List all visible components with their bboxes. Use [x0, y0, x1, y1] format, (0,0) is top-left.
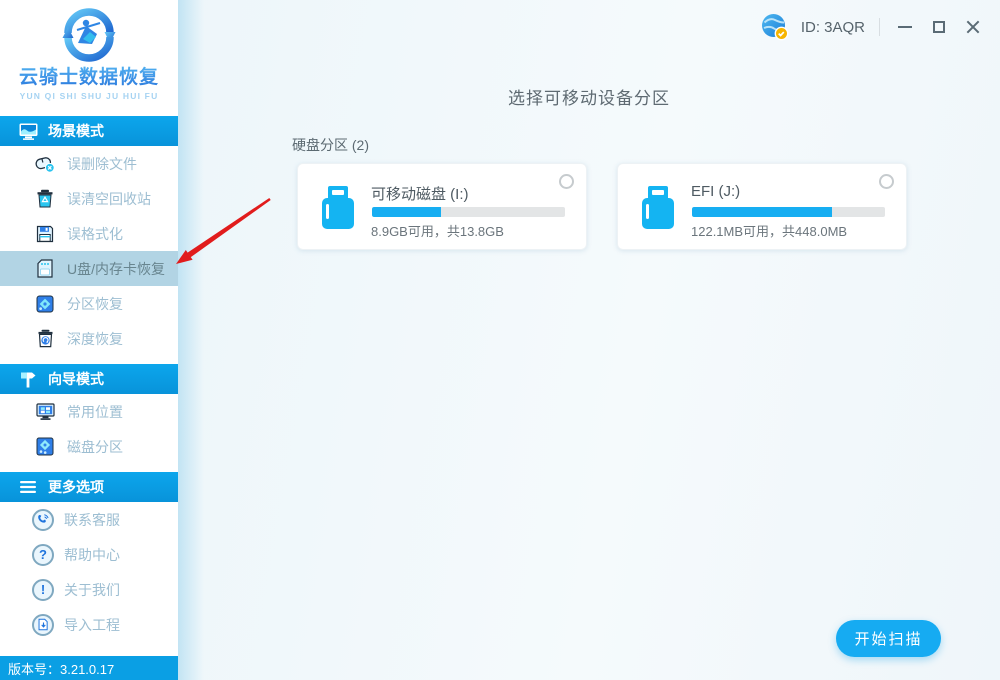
disk-partition-icon — [34, 436, 56, 458]
sidebar: 云骑士数据恢复 YUN QI SHI SHU JU HUI FU 场景模式 — [0, 0, 178, 680]
partition-name: 可移动磁盘 (I:) — [371, 183, 469, 204]
sidebar-item-label: 误格式化 — [67, 224, 123, 244]
sidebar-item-label: 帮助中心 — [64, 545, 120, 565]
common-location-icon — [34, 401, 56, 423]
section-header-label: 向导模式 — [48, 369, 104, 389]
sidebar-item-label: 深度恢复 — [67, 329, 123, 349]
section-header-label: 场景模式 — [48, 121, 104, 141]
usb-drive-icon — [321, 185, 355, 235]
sidebar-item-label: 常用位置 — [67, 402, 123, 422]
about-us-icon: ! — [32, 579, 54, 601]
section-header-label: 更多选项 — [48, 477, 104, 497]
app-logo-block: 云骑士数据恢复 YUN QI SHI SHU JU HUI FU — [0, 0, 178, 116]
deleted-file-icon — [34, 153, 56, 175]
usage-progress-fill — [372, 207, 441, 217]
partition-recovery-icon — [34, 293, 56, 315]
scene-mode-icon — [17, 120, 39, 142]
sidebar-item-label: 磁盘分区 — [67, 437, 123, 457]
sidebar-item-partition-recovery[interactable]: 分区恢复 — [0, 286, 178, 321]
sidebar-item-recycle-bin[interactable]: 误清空回收站 — [0, 181, 178, 216]
close-icon — [966, 20, 980, 34]
sidebar-item-import-project[interactable]: 导入工程 — [0, 607, 178, 642]
minimize-button[interactable] — [894, 16, 916, 38]
maximize-icon — [933, 21, 945, 33]
deep-recovery-icon — [34, 328, 56, 350]
partition-card-removable-disk-i[interactable]: 可移动磁盘 (I:) 8.9GB可用，共13.8GB — [297, 163, 587, 250]
usage-progress-fill — [692, 207, 832, 217]
format-icon — [34, 223, 56, 245]
sidebar-item-label: 误删除文件 — [67, 154, 137, 174]
usb-drive-icon — [641, 185, 675, 235]
partition-capacity: 8.9GB可用，共13.8GB — [371, 221, 504, 240]
app-subtitle: YUN QI SHI SHU JU HUI FU — [20, 91, 159, 101]
sidebar-item-label: 分区恢复 — [67, 294, 123, 314]
usb-card-icon — [34, 258, 56, 280]
more-options-icon — [17, 476, 39, 498]
window-titlebar: ID: 3AQR — [761, 0, 1000, 54]
sidebar-item-label: 关于我们 — [64, 580, 120, 600]
sidebar-item-formatted[interactable]: 误格式化 — [0, 216, 178, 251]
sidebar-item-common-locations[interactable]: 常用位置 — [0, 394, 178, 429]
section-header-wizard-mode: 向导模式 — [0, 364, 178, 394]
user-id-label: ID: 3AQR — [801, 19, 865, 36]
contact-service-icon — [32, 509, 54, 531]
import-project-icon — [32, 614, 54, 636]
close-button[interactable] — [962, 16, 984, 38]
sidebar-item-usb-recovery[interactable]: U盘/内存卡恢复 — [0, 251, 178, 286]
partition-group-label: 硬盘分区 (2) — [292, 135, 369, 155]
sidebar-item-deleted-file[interactable]: 误删除文件 — [0, 146, 178, 181]
page-title: 选择可移动设备分区 — [178, 84, 1000, 109]
partition-card-efi-j[interactable]: EFI (J:) 122.1MB可用，共448.0MB — [617, 163, 907, 250]
sidebar-item-label: 联系客服 — [64, 510, 120, 530]
sidebar-item-help-center[interactable]: ? 帮助中心 — [0, 537, 178, 572]
account-badge-icon — [761, 13, 789, 41]
app-title: 云骑士数据恢复 — [19, 62, 159, 89]
main-panel: 选择可移动设备分区 硬盘分区 (2) 可移动磁盘 (I:) 8.9GB可用，共1… — [178, 0, 1000, 680]
help-center-icon: ? — [32, 544, 54, 566]
section-header-more-options: 更多选项 — [0, 472, 178, 502]
partition-name: EFI (J:) — [691, 183, 740, 200]
sidebar-item-label: 误清空回收站 — [67, 189, 151, 209]
partition-radio[interactable] — [559, 174, 574, 189]
app-logo-icon — [52, 4, 126, 64]
recycle-bin-icon — [34, 188, 56, 210]
sidebar-item-label: U盘/内存卡恢复 — [67, 259, 165, 279]
usage-progress-bar — [692, 207, 885, 217]
sidebar-item-about-us[interactable]: ! 关于我们 — [0, 572, 178, 607]
wizard-mode-icon — [17, 368, 39, 390]
maximize-button[interactable] — [928, 16, 950, 38]
sidebar-item-disk-partitions[interactable]: 磁盘分区 — [0, 429, 178, 464]
partition-capacity: 122.1MB可用，共448.0MB — [691, 221, 847, 240]
titlebar-divider — [879, 18, 880, 36]
usage-progress-bar — [372, 207, 565, 217]
partition-radio[interactable] — [879, 174, 894, 189]
section-header-scene-mode: 场景模式 — [0, 116, 178, 146]
minimize-icon — [898, 26, 912, 28]
sidebar-item-deep-recovery[interactable]: 深度恢复 — [0, 321, 178, 356]
version-label: 版本号：3.21.0.17 — [0, 656, 178, 680]
sidebar-item-contact-service[interactable]: 联系客服 — [0, 502, 178, 537]
sidebar-item-label: 导入工程 — [64, 615, 120, 635]
start-scan-button[interactable]: 开始扫描 — [836, 620, 941, 657]
